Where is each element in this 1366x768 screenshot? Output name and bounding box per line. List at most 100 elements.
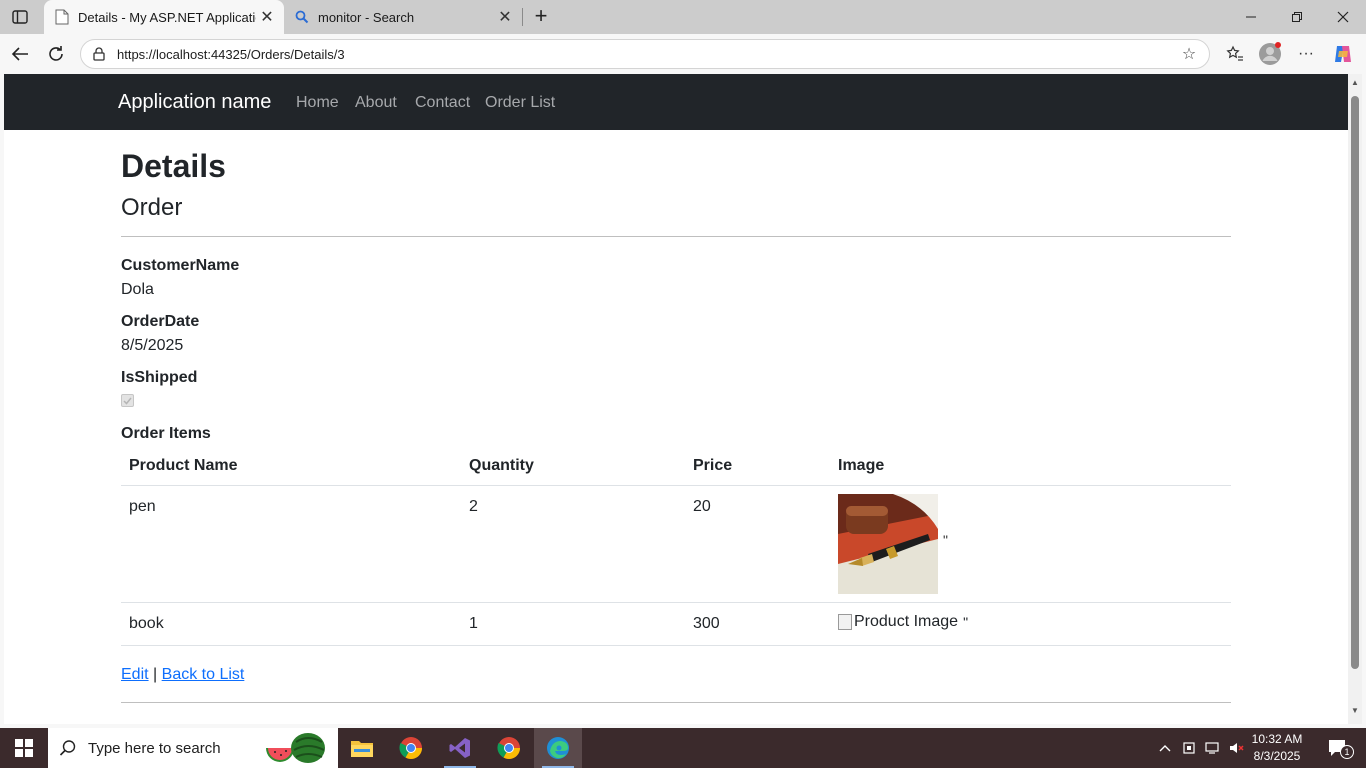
chevron-up-icon	[1159, 745, 1171, 752]
minimize-button[interactable]	[1228, 0, 1274, 34]
image-alt-text: Product Image	[854, 613, 959, 630]
chrome-icon	[399, 737, 422, 759]
more-options-icon[interactable]: ···	[1293, 42, 1319, 66]
page-icon	[54, 9, 70, 25]
edit-link[interactable]: Edit	[121, 666, 149, 683]
restore-button[interactable]	[1274, 0, 1320, 34]
column-header-quantity: Quantity	[469, 457, 534, 474]
back-to-list-link[interactable]: Back to List	[162, 666, 245, 683]
profile-avatar-icon[interactable]	[1257, 42, 1283, 66]
scroll-up-icon[interactable]: ▲	[1351, 78, 1359, 87]
customer-name-value: Dola	[121, 281, 154, 298]
brand-link[interactable]: Application name	[118, 91, 271, 114]
lock-icon	[91, 46, 107, 62]
new-tab-button[interactable]: +	[530, 4, 552, 28]
order-date-label: OrderDate	[121, 313, 200, 330]
close-window-button[interactable]	[1320, 0, 1366, 34]
is-shipped-label: IsShipped	[121, 369, 198, 386]
page-title: Details	[121, 148, 226, 184]
tab-search[interactable]: monitor - Search ✕	[284, 0, 522, 34]
nav-home-link[interactable]: Home	[296, 94, 339, 112]
back-arrow-icon	[11, 47, 28, 61]
chrome-icon	[497, 737, 520, 759]
link-separator: |	[153, 666, 158, 683]
url-text: https://localhost:44325/Orders/Details/3	[117, 46, 345, 62]
is-shipped-checkbox	[121, 394, 134, 407]
search-icon	[48, 739, 88, 757]
refresh-button[interactable]	[44, 42, 68, 66]
chrome-button[interactable]	[485, 728, 533, 768]
tab-title: Details - My ASP.NET Application	[78, 9, 256, 25]
tab-title: monitor - Search	[318, 9, 415, 25]
cell-price: 20	[693, 498, 711, 515]
show-hidden-icons-button[interactable]	[1154, 728, 1176, 768]
cell-product-name: pen	[129, 498, 156, 515]
clock-date: 8/3/2025	[1253, 749, 1301, 763]
notification-count-badge: 1	[1340, 745, 1354, 759]
restore-icon	[1292, 12, 1302, 22]
nav-contact-link[interactable]: Contact	[415, 94, 470, 112]
footer-divider	[121, 702, 1231, 703]
site-navbar: Application name Home About Contact Orde…	[4, 74, 1348, 130]
cell-quantity: 2	[469, 498, 478, 515]
visual-studio-button[interactable]	[436, 728, 484, 768]
nav-about-link[interactable]: About	[355, 94, 397, 112]
page-scrollbar[interactable]: ▲ ▼	[1348, 74, 1362, 724]
edge-icon	[547, 737, 569, 759]
system-clock[interactable]: 10:32 AM 8/3/2025	[1240, 731, 1314, 765]
scroll-down-icon[interactable]: ▼	[1351, 706, 1359, 715]
column-header-product-name: Product Name	[129, 457, 238, 474]
tab-actions-button[interactable]	[8, 6, 32, 28]
tab-actions-icon	[12, 10, 28, 24]
favorite-star-icon[interactable]: ☆	[1179, 44, 1199, 64]
product-image-pen	[838, 494, 938, 594]
watermelon-icon	[262, 730, 328, 768]
cell-product-name: book	[129, 615, 164, 632]
start-button[interactable]	[0, 728, 48, 768]
edge-button[interactable]	[534, 728, 582, 768]
tray-device-icon[interactable]	[1178, 728, 1200, 768]
network-icon[interactable]	[1202, 728, 1224, 768]
action-links: Edit | Back to List	[121, 666, 244, 684]
close-tab-icon[interactable]: ✕	[494, 7, 516, 27]
table-row-divider	[121, 602, 1231, 603]
notification-center-button[interactable]: 1	[1318, 728, 1358, 768]
favorites-icon[interactable]	[1222, 42, 1248, 66]
order-items-label: Order Items	[121, 425, 211, 442]
page-subtitle: Order	[121, 194, 183, 221]
clock-time: 10:32 AM	[1251, 732, 1303, 746]
window-edge	[1362, 74, 1366, 724]
visual-studio-icon	[449, 738, 470, 758]
checkmark-icon	[123, 397, 132, 405]
table-header-divider	[121, 485, 1231, 486]
search-icon	[294, 9, 310, 25]
back-button[interactable]	[8, 42, 32, 66]
browser-toolbar: https://localhost:44325/Orders/Details/3…	[0, 34, 1366, 74]
file-explorer-button[interactable]	[338, 728, 386, 768]
nav-order-list-link[interactable]: Order List	[485, 94, 555, 112]
tab-separator	[522, 8, 523, 26]
taskbar-search-box[interactable]: Type here to search	[48, 728, 338, 768]
column-header-price: Price	[693, 457, 733, 474]
order-date-value: 8/5/2025	[121, 337, 184, 354]
broken-image-icon	[838, 614, 852, 630]
windows-logo-icon	[15, 739, 33, 757]
cell-quantity: 1	[469, 615, 478, 632]
image-cell-suffix: "	[943, 532, 948, 548]
windows-taskbar: Type here to search 10:32 AM 8/3/2025 1	[0, 728, 1366, 768]
column-header-image: Image	[838, 457, 885, 474]
product-image-broken: Product Image "	[838, 613, 968, 631]
close-tab-icon[interactable]: ✕	[256, 7, 278, 27]
scrollbar-thumb[interactable]	[1351, 96, 1359, 669]
page-viewport: Application name Home About Contact Orde…	[4, 74, 1348, 724]
customer-name-label: CustomerName	[121, 257, 240, 274]
cell-price: 300	[693, 615, 720, 632]
image-cell-suffix: "	[963, 614, 969, 630]
refresh-icon	[49, 46, 63, 61]
chrome-button[interactable]	[387, 728, 435, 768]
address-bar[interactable]: https://localhost:44325/Orders/Details/3…	[80, 39, 1210, 69]
file-explorer-icon	[351, 741, 373, 757]
tab-details[interactable]: Details - My ASP.NET Application ✕	[44, 0, 284, 34]
copilot-icon[interactable]	[1330, 42, 1356, 66]
divider	[121, 236, 1231, 237]
